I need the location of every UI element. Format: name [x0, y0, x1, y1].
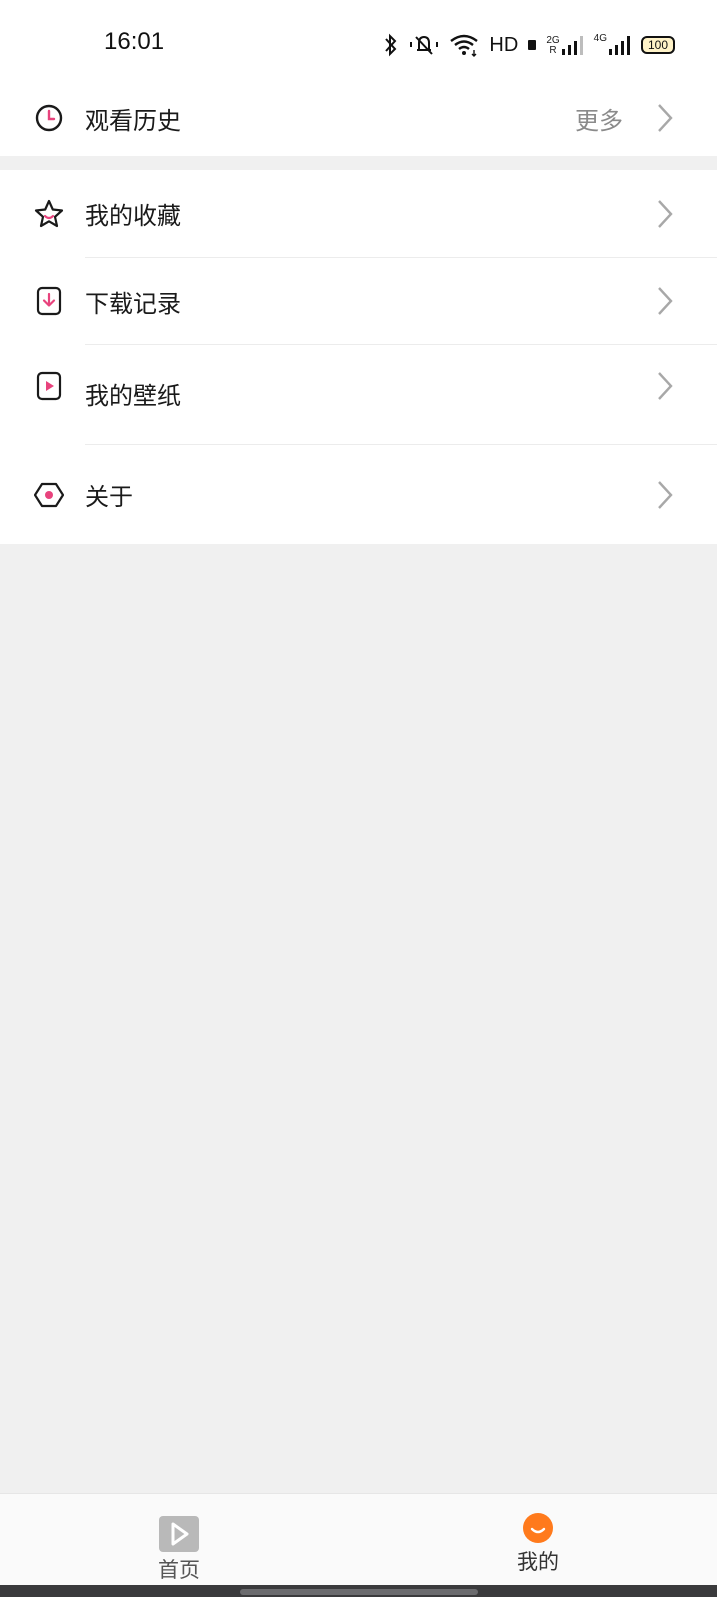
history-card: 观看历史 更多: [0, 80, 717, 156]
tab-mine-label: 我的: [517, 1550, 559, 1574]
status-time: 16:01: [104, 28, 165, 55]
chevron-right-icon: [658, 200, 673, 228]
history-row[interactable]: 观看历史 更多: [0, 80, 717, 156]
menu-item-label: 下载记录: [85, 289, 181, 318]
bottom-tab-bar: 首页 我的: [0, 1493, 717, 1586]
menu-item-label: 关于: [85, 483, 133, 511]
menu-item-about[interactable]: 关于: [0, 445, 717, 544]
muted-bell-icon: [410, 35, 439, 55]
status-icons: HD 2G R 4G 100: [383, 30, 675, 60]
history-more-link[interactable]: 更多: [575, 101, 623, 136]
chevron-right-icon: [658, 104, 673, 132]
signal-bars-icon: [561, 36, 583, 55]
play-tab-icon: [159, 1516, 199, 1552]
hd-badge-icon: [528, 40, 537, 50]
home-indicator[interactable]: [240, 1589, 478, 1595]
chevron-right-icon: [658, 372, 673, 400]
tab-mine[interactable]: 我的: [438, 1494, 638, 1586]
smile-icon: [523, 1513, 553, 1543]
menu-item-label: 我的收藏: [85, 202, 181, 230]
battery-level: 100: [647, 38, 669, 52]
sim2-signal: 4G: [594, 34, 631, 56]
download-icon: [36, 286, 62, 316]
hd-indicator: HD: [489, 33, 519, 56]
tab-home[interactable]: 首页: [79, 1494, 279, 1586]
sim1-roaming-label: R: [549, 45, 557, 56]
menu-item-label: 我的壁纸: [85, 381, 181, 410]
menu-card: 我的收藏 下载记录 我的壁纸 关于: [0, 170, 717, 544]
tab-home-label: 首页: [158, 1558, 200, 1582]
history-title: 观看历史: [85, 106, 181, 135]
chevron-right-icon: [658, 287, 673, 315]
battery-indicator: 100: [641, 36, 675, 54]
signal-bars-icon: [609, 36, 630, 55]
menu-item-downloads[interactable]: 下载记录: [0, 258, 717, 344]
menu-item-wallpapers[interactable]: 我的壁纸: [0, 345, 717, 441]
hexagon-icon: [34, 482, 64, 508]
star-icon: [34, 199, 64, 228]
sim2-network-label: 4G: [593, 33, 607, 44]
system-nav-bar: [0, 1585, 717, 1597]
bluetooth-icon: [385, 33, 397, 57]
clock-icon: [35, 104, 63, 132]
chevron-right-icon: [658, 481, 673, 509]
play-icon: [36, 371, 62, 401]
sim1-signal: 2G R: [546, 34, 583, 56]
status-bar: 16:01 HD 2G R 4G 100: [0, 0, 717, 80]
wifi-icon: [450, 34, 479, 57]
menu-item-favorites[interactable]: 我的收藏: [0, 170, 717, 257]
